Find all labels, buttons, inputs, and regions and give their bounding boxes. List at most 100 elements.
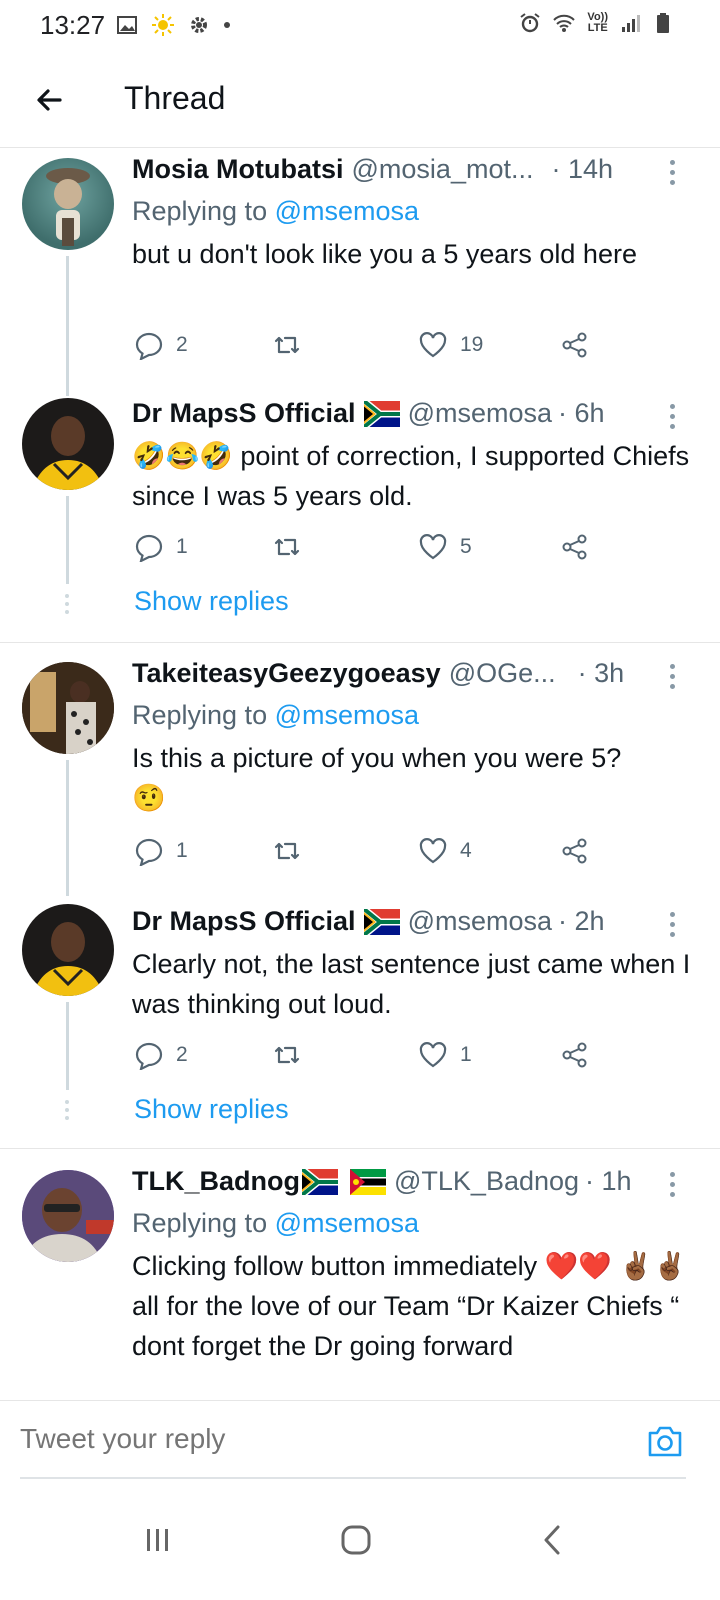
reply-mention-link[interactable]: @msemosa	[275, 700, 419, 730]
tweet-actions: 1 5	[132, 532, 602, 566]
reply-mention-link[interactable]: @msemosa	[275, 196, 419, 226]
like-count: 5	[460, 535, 472, 558]
reply-button[interactable]: 1	[134, 836, 188, 866]
tweet-time: · 6h	[558, 398, 605, 428]
author-handle[interactable]: @TLK_Badnog	[394, 1166, 579, 1197]
tweet[interactable]: Dr MapsS Official @msemosa · 2h Clearly …	[0, 904, 720, 1148]
author-handle[interactable]: @msemosa	[408, 398, 552, 429]
status-time: 13:27	[40, 10, 106, 40]
replying-to: Replying to @msemosa	[132, 196, 419, 227]
reply-count: 2	[176, 1043, 188, 1066]
recent-apps-icon	[147, 1529, 168, 1551]
reply-count: 1	[176, 535, 188, 558]
thread-more-dots	[64, 594, 70, 618]
share-icon	[562, 332, 587, 358]
back-arrow-icon[interactable]	[30, 80, 70, 120]
like-button[interactable]: 5	[418, 532, 472, 562]
like-count: 1	[460, 1043, 472, 1066]
home-button[interactable]	[326, 1512, 386, 1568]
comment-icon	[135, 1042, 163, 1070]
like-button[interactable]: 1	[418, 1040, 472, 1070]
retweet-icon	[274, 538, 300, 556]
avatar[interactable]	[22, 904, 114, 996]
author-name[interactable]: Mosia Motubatsi	[132, 154, 344, 185]
retweet-button[interactable]	[272, 330, 314, 360]
volte-indicator: Vo)) LTE	[587, 12, 608, 34]
signal-icon	[622, 15, 640, 32]
page-title: Thread	[124, 80, 226, 116]
gear-icon	[191, 17, 207, 33]
wifi-icon	[553, 14, 576, 32]
camera-icon[interactable]	[646, 1423, 684, 1459]
more-options-icon[interactable]	[670, 160, 676, 190]
author-handle[interactable]: @mosia_mot...	[352, 154, 534, 185]
show-replies-link[interactable]: Show replies	[134, 1094, 289, 1125]
status-bar: 13:27 Vo)) LTE	[0, 0, 720, 52]
avatar[interactable]	[22, 158, 114, 250]
share-button[interactable]	[560, 836, 590, 866]
tweet[interactable]: Mosia Motubatsi @mosia_mot... · 14h Repl…	[0, 148, 720, 396]
tweet[interactable]: TLK_Badnog @TLK_Badnog · 1h Replying to …	[0, 1150, 720, 1400]
composer-underline	[20, 1477, 686, 1479]
avatar[interactable]	[22, 662, 114, 754]
lte-label: LTE	[587, 22, 608, 34]
thread-connector	[66, 496, 69, 584]
thread-connector	[66, 1002, 69, 1090]
avatar[interactable]	[22, 398, 114, 490]
retweet-icon	[274, 1046, 300, 1064]
more-options-icon[interactable]	[670, 404, 676, 434]
thread-divider	[0, 1148, 720, 1149]
reply-mention-link[interactable]: @msemosa	[275, 1208, 419, 1238]
back-button[interactable]	[522, 1512, 582, 1568]
author-name[interactable]: Dr MapsS Official	[132, 398, 356, 429]
back-chevron-icon	[544, 1525, 560, 1555]
author-name[interactable]: Dr MapsS Official	[132, 906, 356, 937]
battery-icon	[657, 13, 669, 33]
recent-apps-button[interactable]	[128, 1512, 188, 1568]
tweet-meta: Dr MapsS Official @msemosa · 2h	[132, 906, 605, 937]
mozambique-flag-icon	[350, 1168, 386, 1195]
retweet-button[interactable]	[272, 836, 314, 866]
author-name[interactable]: TakeiteasyGeezygoeasy	[132, 658, 441, 689]
share-button[interactable]	[560, 1040, 590, 1070]
share-button[interactable]	[560, 330, 590, 360]
share-button[interactable]	[560, 532, 590, 562]
tweet-text-content: Is this a picture of you when you were 5…	[132, 743, 622, 773]
south-africa-flag-icon	[363, 400, 400, 427]
reply-button[interactable]: 2	[134, 1040, 188, 1070]
show-replies-link[interactable]: Show replies	[134, 586, 289, 617]
avatar[interactable]	[22, 1170, 114, 1262]
avatar-image	[46, 168, 90, 246]
south-africa-flag-icon	[302, 1168, 338, 1195]
like-button[interactable]: 4	[418, 836, 472, 866]
tweet[interactable]: TakeiteasyGeezygoeasy @OGe... · 3h Reply…	[0, 644, 720, 896]
tweet[interactable]: Dr MapsS Official @msemosa · 6h 🤣😂🤣 poin…	[0, 396, 720, 642]
retweet-icon	[274, 336, 300, 354]
heart-icon	[419, 332, 447, 358]
more-options-icon[interactable]	[670, 912, 676, 942]
retweet-button[interactable]	[272, 532, 314, 562]
author-handle[interactable]: @OGe...	[449, 658, 556, 689]
tweet-actions: 1 4	[132, 836, 602, 870]
comment-icon	[135, 534, 163, 562]
thread-connector	[66, 760, 69, 896]
share-icon	[562, 838, 587, 864]
reply-button[interactable]: 2	[134, 330, 188, 360]
reply-count: 1	[176, 839, 188, 862]
gallery-icon	[117, 16, 137, 34]
reply-button[interactable]: 1	[134, 532, 188, 562]
like-count: 4	[460, 839, 472, 862]
tweet-text: Is this a picture of you when you were 5…	[132, 738, 702, 818]
notification-dot	[224, 22, 230, 28]
reply-count: 2	[176, 333, 188, 356]
retweet-button[interactable]	[272, 1040, 314, 1070]
like-button[interactable]: 19	[418, 330, 483, 360]
more-options-icon[interactable]	[670, 1172, 676, 1202]
more-options-icon[interactable]	[670, 664, 676, 694]
like-count: 19	[460, 333, 484, 356]
author-handle[interactable]: @msemosa	[408, 906, 552, 937]
author-name[interactable]: TLK_Badnog	[132, 1166, 300, 1197]
thread-list[interactable]: Mosia Motubatsi @mosia_mot... · 14h Repl…	[0, 148, 720, 1400]
replying-to-label: Replying to	[132, 700, 275, 730]
tweet-reply-input[interactable]	[20, 1423, 580, 1455]
